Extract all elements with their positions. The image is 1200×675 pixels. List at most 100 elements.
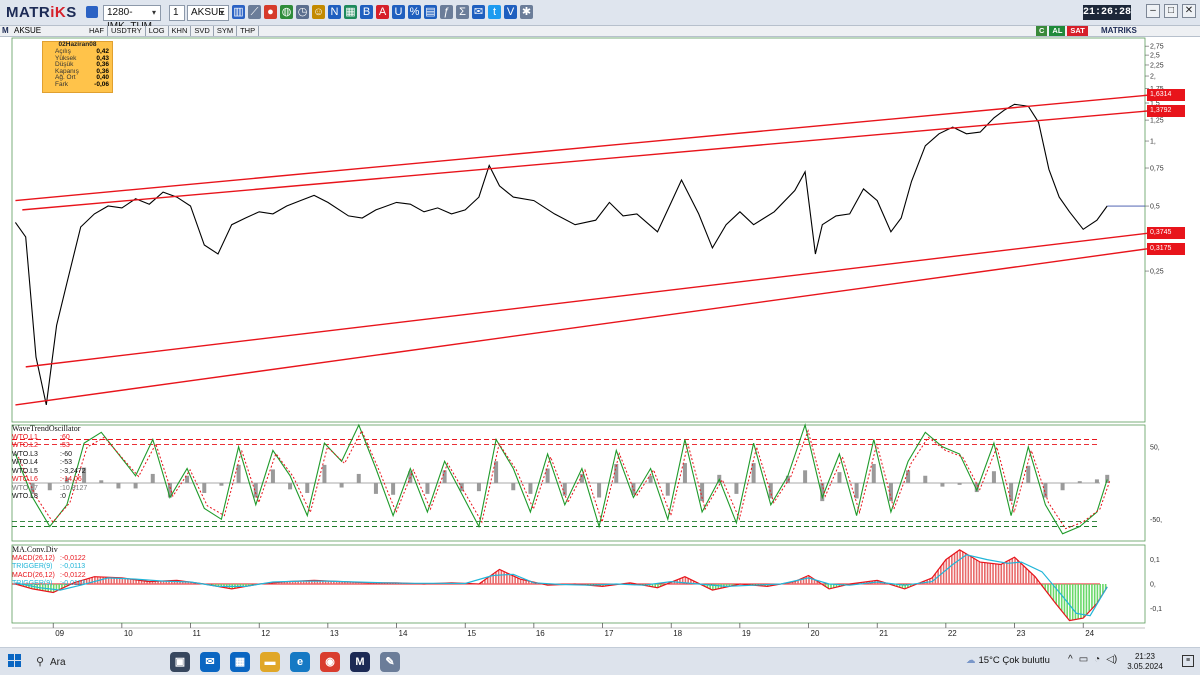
- oscillator-histogram-bar: [356, 473, 361, 483]
- chart-tab-haf[interactable]: HAF: [86, 26, 108, 36]
- price-axis-label: 2,75: [1150, 44, 1164, 51]
- clock-icon[interactable]: ◷: [296, 5, 309, 19]
- macd-histogram-bar: [964, 553, 967, 584]
- x-axis-label: 09: [55, 629, 64, 638]
- settings-icon[interactable]: ✱: [520, 5, 533, 19]
- macd-histogram-bar: [508, 574, 511, 584]
- v-icon[interactable]: V: [504, 5, 517, 19]
- close-icon[interactable]: ✕: [1182, 4, 1196, 18]
- chevron-down-icon[interactable]: ▾: [217, 7, 227, 19]
- taskbar-clock[interactable]: 21:23 3.05.2024: [1125, 652, 1165, 672]
- macd-histogram-bar: [1003, 562, 1005, 584]
- minimize-icon[interactable]: –: [1146, 4, 1160, 18]
- volume-icon[interactable]: ◁): [1106, 654, 1117, 665]
- task-view-icon[interactable]: ▣: [170, 652, 190, 672]
- symbol-input[interactable]: AKSUE ▾: [187, 5, 229, 21]
- period-select[interactable]: 1: [169, 5, 185, 21]
- price-axis-label: 2,5: [1150, 53, 1160, 60]
- macd-histogram-bar: [994, 563, 997, 584]
- macd-histogram-bar: [1027, 570, 1030, 584]
- notification-icon[interactable]: ≡: [1182, 655, 1194, 667]
- macd-histogram-bar: [1030, 573, 1033, 584]
- globe-icon[interactable]: ◍: [280, 5, 293, 19]
- line-chart-icon[interactable]: ⟋: [248, 5, 261, 19]
- oscillator-histogram-bar: [682, 463, 687, 483]
- volume-icon[interactable]: ▤: [424, 5, 437, 19]
- oscillator-rows: WTO.L1:60 WTO.L2:53 WTO.L3:-60 WTO.L4:-53 WT…: [12, 434, 87, 502]
- network-icon[interactable]: ◔: [1094, 654, 1100, 665]
- formula-icon[interactable]: Σ: [456, 5, 469, 19]
- chart-tab-usdtry[interactable]: USDTRY: [108, 26, 146, 36]
- chart-tabs: HAF USDTRY LOG KHN SVD SYM THP: [86, 26, 260, 36]
- oscillator-histogram-bar: [837, 472, 842, 483]
- macd-histogram-bar: [1074, 584, 1077, 620]
- x-axis-label: 14: [399, 629, 408, 638]
- oscillator-histogram-bar: [1026, 465, 1031, 483]
- news-icon[interactable]: N: [328, 5, 341, 19]
- underline-u-icon[interactable]: U: [392, 5, 405, 19]
- smiley-icon[interactable]: ☺: [312, 5, 325, 19]
- info-rows: Açılış 0,42 Yüksek 0,43 Düşük 0,36 Kapanış 0,36…: [43, 48, 112, 89]
- taskbar-search[interactable]: ⚲ Ara: [36, 653, 166, 671]
- trade-button-c[interactable]: C: [1036, 26, 1048, 36]
- text-a-icon[interactable]: A: [376, 5, 389, 19]
- x-axis-label: 10: [124, 629, 133, 638]
- store-icon[interactable]: ▦: [230, 652, 250, 672]
- toolbar-icon-group: ▥ ⟋ ● ◍ ◷ ☺ N ▦ B A U% ▤ ƒ Σ ✉ t V ✱: [232, 5, 533, 21]
- oscillator-axis-label: 50,: [1150, 444, 1160, 451]
- chrome-icon[interactable]: ◉: [320, 652, 340, 672]
- maximize-icon[interactable]: □: [1164, 4, 1178, 18]
- chart-header: M AKSUE HAF USDTRY LOG KHN SVD SYM THP C AL SAT …: [0, 26, 1200, 37]
- info-value: -0,06: [94, 81, 109, 89]
- keyboard-icon[interactable]: ▭: [1079, 654, 1088, 665]
- percent-icon[interactable]: %: [408, 5, 421, 19]
- trade-button-sat[interactable]: SAT: [1067, 26, 1088, 36]
- macd-histogram-bar: [970, 556, 972, 584]
- weather-widget[interactable]: ☁ 15°C Çok bulutlu: [966, 655, 1050, 666]
- twitter-icon[interactable]: t: [488, 5, 501, 19]
- macd-histogram-bar: [945, 559, 948, 584]
- chart-tab-svd[interactable]: SVD: [191, 26, 214, 36]
- macd-histogram-bar: [519, 579, 522, 584]
- chart-tab-sym[interactable]: SYM: [214, 26, 238, 36]
- macd-histogram-bar: [497, 569, 500, 584]
- function-icon[interactable]: ƒ: [440, 5, 453, 19]
- bold-b-icon[interactable]: B: [360, 5, 373, 19]
- bar-chart-icon[interactable]: ▥: [232, 5, 245, 19]
- chevron-down-icon[interactable]: ▾: [149, 7, 159, 19]
- oscillator-line-name: WTO.L8: [12, 493, 38, 500]
- mail-icon[interactable]: ✉: [200, 652, 220, 672]
- edge-icon[interactable]: e: [290, 652, 310, 672]
- macd-histogram-bar: [959, 550, 961, 584]
- chart-tab-thp[interactable]: THP: [237, 26, 260, 36]
- oscillator-legend-row: WTO.L8 :0: [12, 493, 87, 502]
- file-explorer-icon[interactable]: ▬: [260, 652, 280, 672]
- oscillator-line-value: :-53: [60, 459, 73, 466]
- save-layout-icon[interactable]: [86, 6, 98, 18]
- macd-line-value: :-0,0122: [60, 571, 86, 579]
- oscillator-histogram-bar: [768, 483, 773, 499]
- chevron-up-icon[interactable]: ^: [1068, 654, 1073, 665]
- oscillator-histogram-bar: [425, 483, 430, 494]
- matriks-app-icon[interactable]: M: [350, 652, 370, 672]
- system-tray: ^ ▭ ◔ ◁): [1068, 654, 1117, 665]
- price-chart[interactable]: 2,752,52,252,1,751,51,251,0,750,50,2550,…: [0, 37, 1200, 647]
- table-icon[interactable]: ▦: [344, 5, 357, 19]
- oscillator-line-name: WTO.L1: [12, 433, 38, 441]
- email-icon[interactable]: ✉: [472, 5, 485, 19]
- macd-histogram-bar: [953, 553, 956, 584]
- macd-histogram-bar: [1085, 584, 1088, 615]
- oscillator-line-value: :0: [60, 493, 66, 500]
- macd-histogram-bar: [948, 557, 950, 584]
- windows-start-icon[interactable]: [8, 654, 22, 668]
- oscillator-histogram-bar: [511, 483, 516, 491]
- chart-tab-khn[interactable]: KHN: [169, 26, 192, 36]
- macd-histogram-bar: [94, 576, 96, 584]
- color-palette-icon[interactable]: ●: [264, 5, 277, 19]
- price-label-box: 1,6314: [1147, 89, 1185, 102]
- macd-axis-label: -0,1: [1150, 606, 1162, 613]
- trade-button-al[interactable]: AL: [1049, 26, 1066, 36]
- layout-select[interactable]: 1280-IMK_TUM▾: [103, 5, 161, 32]
- paint-icon[interactable]: ✎: [380, 652, 400, 672]
- chart-tab-log[interactable]: LOG: [146, 26, 169, 36]
